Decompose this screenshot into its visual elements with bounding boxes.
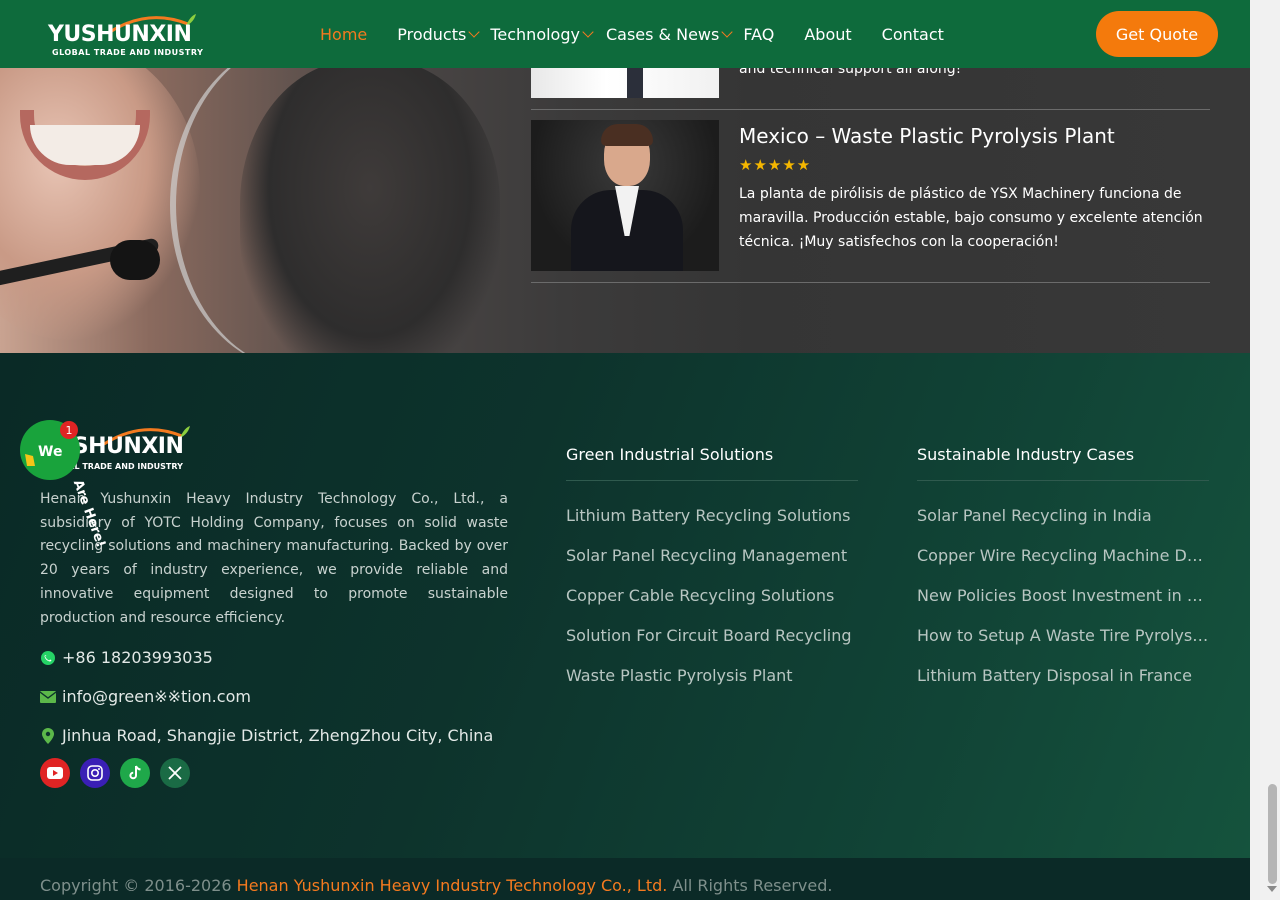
footer-email[interactable]: info@green※※tion.com (40, 687, 251, 706)
nav-about-label: About (804, 24, 852, 44)
nav-products-label: Products (397, 24, 467, 44)
review-divider (531, 282, 1210, 283)
footer-address-text: Jinhua Road, Shangjie District, ZhengZho… (62, 726, 494, 745)
main-nav: Home Products Technology Cases & News FA… (320, 22, 944, 46)
get-quote-button[interactable]: Get Quote (1096, 11, 1218, 57)
chevron-down-icon (582, 26, 594, 38)
footer-col1-divider (566, 480, 858, 481)
chat-widget-label: We (38, 444, 63, 460)
social-links (40, 758, 200, 788)
footer-col1-title: Green Industrial Solutions (566, 445, 774, 464)
nav-cases-news[interactable]: Cases & News (605, 24, 734, 44)
nav-technology-label: Technology (490, 24, 580, 44)
footer-address: Jinhua Road, Shangjie District, ZhengZho… (40, 726, 493, 745)
nav-home[interactable]: Home (320, 25, 367, 44)
x-twitter-icon[interactable] (160, 758, 190, 788)
site-header: YUSHUNXIN GLOBAL TRADE AND INDUSTRY Home… (0, 0, 1250, 68)
nav-products[interactable]: Products (397, 24, 481, 44)
footer-col1-link[interactable]: Lithium Battery Recycling Solutions (566, 506, 858, 525)
review-title: Mexico – Waste Plastic Pyrolysis Plant (739, 124, 1115, 148)
copyright-text: Copyright © 2016-2026 Henan Yushunxin He… (40, 876, 832, 895)
footer-col1-link[interactable]: Waste Plastic Pyrolysis Plant (566, 666, 858, 685)
nav-home-label: Home (320, 24, 368, 44)
footer-col2-divider (917, 480, 1209, 481)
page-scrollbar[interactable] (1250, 0, 1280, 900)
email-icon (40, 689, 56, 705)
footer-col1-link[interactable]: Copper Cable Recycling Solutions (566, 586, 858, 605)
nav-technology[interactable]: Technology (490, 24, 594, 44)
youtube-icon[interactable] (40, 758, 70, 788)
hero-photo-second-person (240, 60, 500, 353)
footer-col2-link[interactable]: How to Setup A Waste Tire Pyrolysis Plan… (917, 626, 1209, 645)
site-logo[interactable]: YUSHUNXIN GLOBAL TRADE AND INDUSTRY (48, 12, 203, 60)
nav-faq-label: FAQ (743, 24, 775, 44)
footer-col2-link[interactable]: New Policies Boost Investment in Pyrolys… (917, 586, 1209, 605)
nav-faq[interactable]: FAQ (743, 25, 774, 44)
copyright-company-link[interactable]: Henan Yushunxin Heavy Industry Technolog… (237, 876, 668, 895)
chevron-down-icon (721, 26, 734, 38)
nav-contact-label: Contact (881, 24, 944, 44)
footer-company-description: Henan Yushunxin Heavy Industry Technolog… (40, 491, 508, 626)
review-stars: ★★★★★ (739, 156, 812, 174)
footer-col2-link[interactable]: Lithium Battery Disposal in France (917, 666, 1209, 685)
copyright-suffix: All Rights Reserved. (667, 876, 833, 895)
review-photo (531, 120, 719, 271)
nav-about[interactable]: About (804, 25, 851, 44)
review-photo-hair (601, 124, 653, 146)
footer-col1-link[interactable]: Solar Panel Recycling Management (566, 546, 858, 565)
footer-phone[interactable]: +86 18203993035 (40, 648, 213, 667)
footer-col2-link[interactable]: Copper Wire Recycling Machine Delivered (917, 546, 1209, 565)
logo-subtitle: GLOBAL TRADE AND INDUSTRY (52, 48, 204, 57)
instagram-icon[interactable] (80, 758, 110, 788)
chat-notification-badge: 1 (60, 421, 78, 439)
copyright-prefix: Copyright © 2016-2026 (40, 876, 237, 895)
nav-contact[interactable]: Contact (882, 25, 944, 44)
footer-col2-link[interactable]: Solar Panel Recycling in India (917, 506, 1209, 525)
whatsapp-icon (40, 650, 56, 666)
hero-photo-mic (110, 240, 160, 280)
tiktok-icon[interactable] (120, 758, 150, 788)
chevron-down-icon (468, 26, 481, 38)
nav-cases-news-label: Cases & News (605, 24, 720, 44)
footer-email-text: info@green※※tion.com (62, 687, 251, 706)
scrollbar-thumb[interactable] (1268, 784, 1277, 884)
scroll-down-arrow-icon[interactable] (1267, 886, 1277, 892)
review-text: La planta de pirólisis de plástico de YS… (739, 186, 1203, 250)
footer-col2-title: Sustainable Industry Cases (917, 445, 1135, 464)
logo-text: YUSHUNXIN (48, 22, 192, 47)
review-divider (531, 109, 1210, 110)
location-pin-icon (40, 727, 56, 744)
footer-col1-link[interactable]: Solution For Circuit Board Recycling (566, 626, 858, 645)
footer-phone-text: +86 18203993035 (62, 648, 213, 667)
